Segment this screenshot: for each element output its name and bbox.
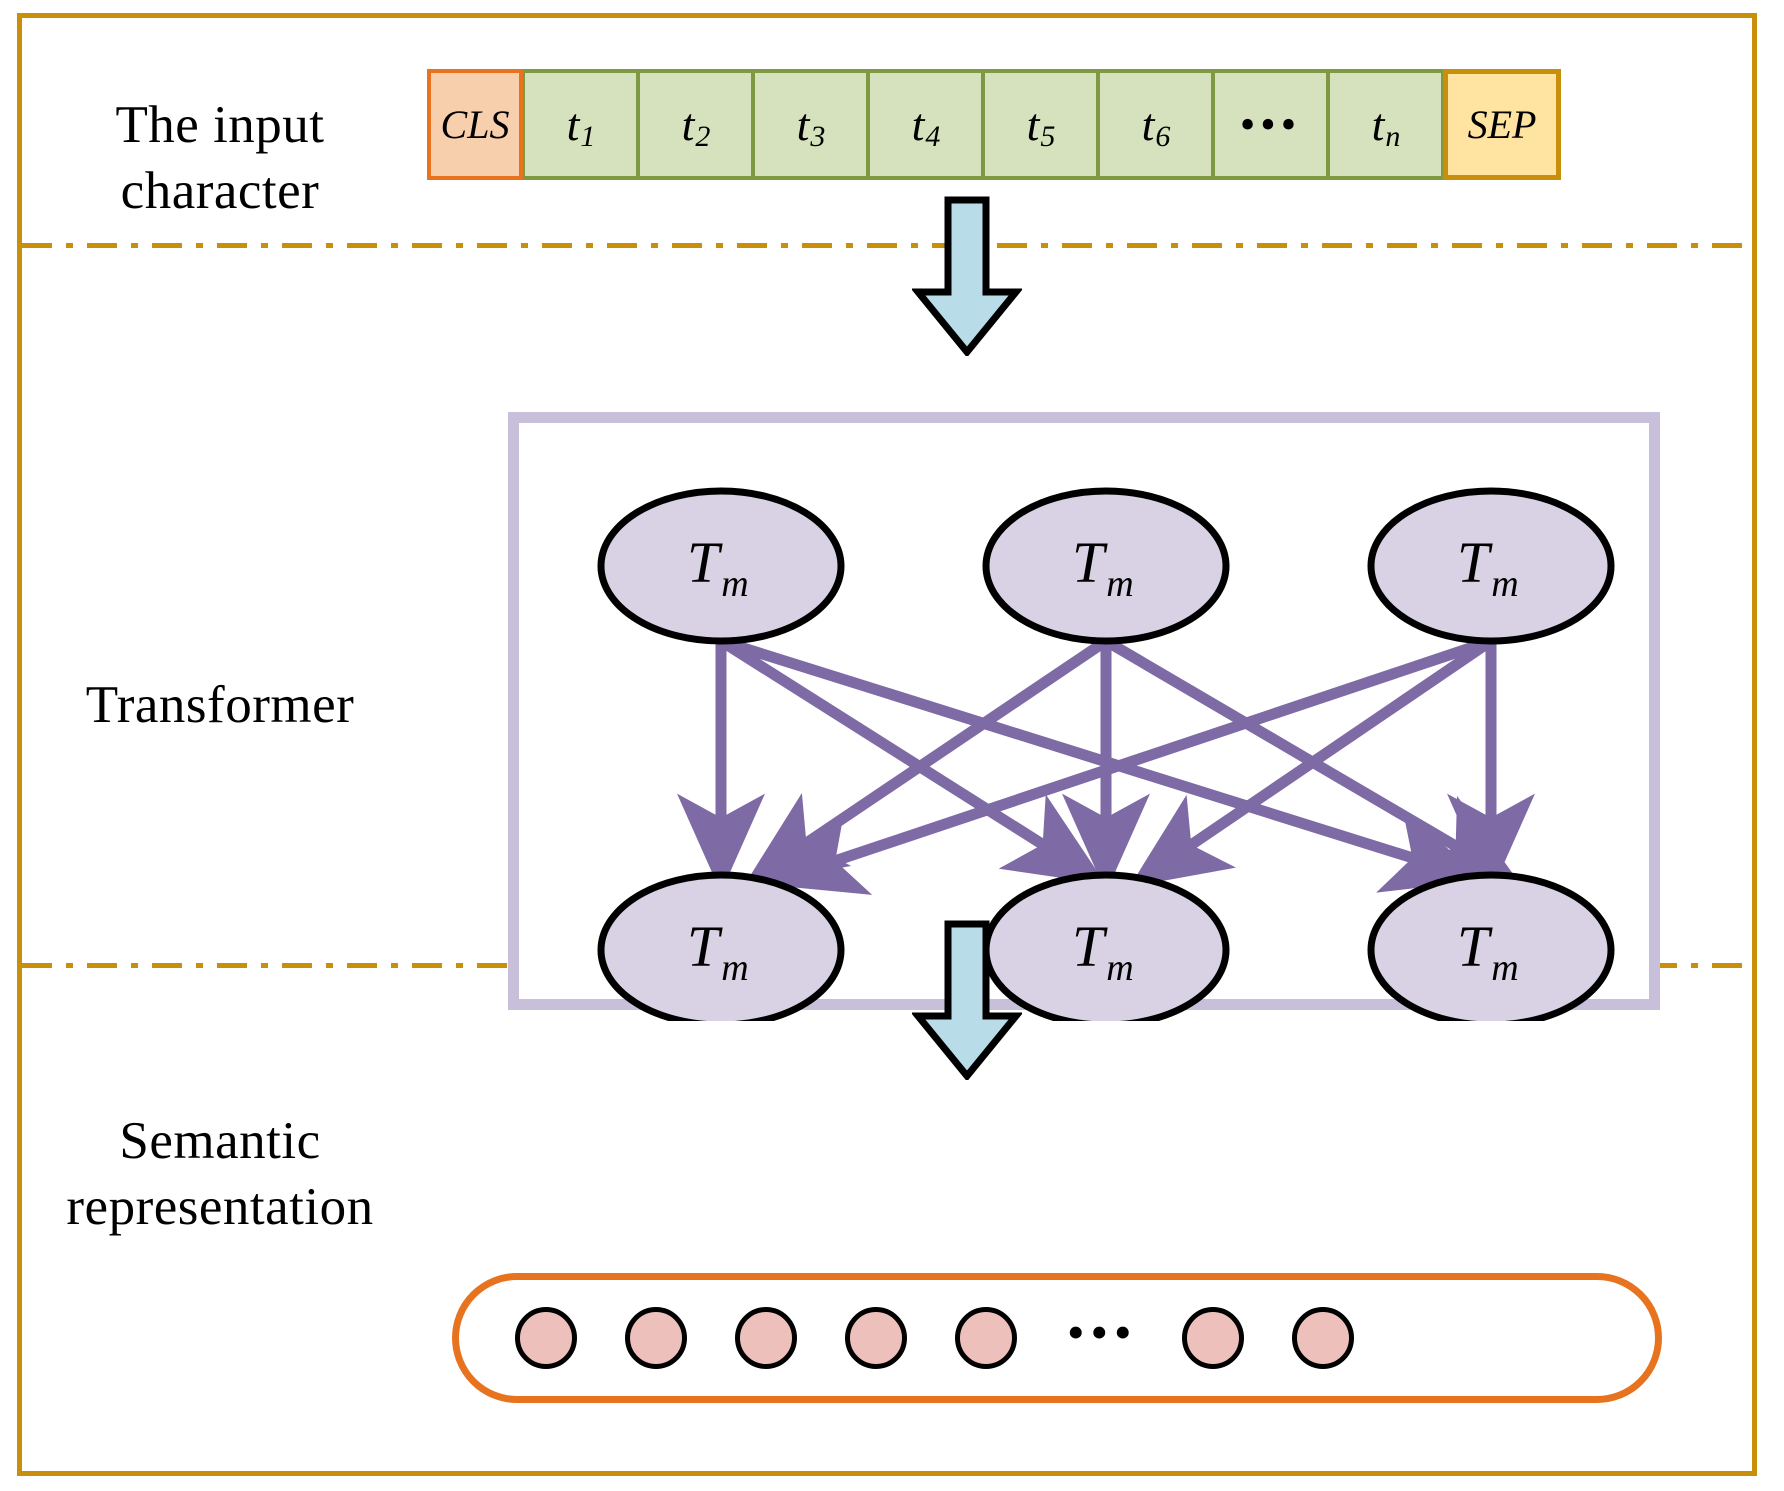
- semantic-dot-1: [515, 1307, 577, 1369]
- token-sub-t6: 6: [1155, 119, 1171, 153]
- token-sub-t3: 3: [810, 119, 826, 153]
- token-cell-t1: t1: [523, 69, 638, 180]
- token-cell-t5: t5: [983, 69, 1098, 180]
- token-cell-t4: t4: [868, 69, 983, 180]
- self-attention-graph: [597, 487, 1615, 1021]
- semantic-representation-capsule: •••: [452, 1273, 1662, 1403]
- transformer-bottom-nodes: [597, 871, 1615, 1021]
- node-bottom-2: [982, 871, 1230, 1021]
- semantic-dot-5: [955, 1307, 1017, 1369]
- transformer-block: Tm Tm Tm Tm Tm Tm: [508, 412, 1660, 1021]
- attention-edges: [677, 635, 1535, 895]
- ellipsis-icon: •••: [1239, 100, 1302, 149]
- token-label-cls: CLS: [440, 102, 510, 147]
- node-bottom-3: [1367, 871, 1615, 1021]
- section-label-input-character: The input character: [115, 96, 325, 221]
- token-sub-tn: n: [1385, 119, 1401, 153]
- transformer-top-nodes: [597, 487, 1615, 645]
- down-arrow-input-to-transformer: [912, 196, 1022, 356]
- diagram-canvas: The input character Transformer Semantic…: [0, 0, 1784, 1491]
- semantic-dot-4: [845, 1307, 907, 1369]
- token-sub-t5: 5: [1040, 119, 1056, 153]
- token-base-tn: t: [1371, 99, 1385, 150]
- node-bottom-1: [597, 871, 845, 1021]
- token-sub-t4: 4: [925, 119, 941, 153]
- token-cell-ellipsis: •••: [1213, 69, 1328, 180]
- node-top-1: [597, 487, 845, 645]
- token-sub-t2: 2: [695, 119, 711, 153]
- token-label-sep: SEP: [1467, 102, 1537, 147]
- token-cell-sep: SEP: [1443, 69, 1561, 180]
- token-base-t2: t: [681, 99, 695, 150]
- token-base-t1: t: [566, 99, 580, 150]
- node-top-3: [1367, 487, 1615, 645]
- section-divider-input-transformer: [22, 243, 1752, 248]
- semantic-dot-3: [735, 1307, 797, 1369]
- semantic-dot-6: [1181, 1307, 1244, 1369]
- token-cell-t2: t2: [638, 69, 753, 180]
- token-cell-t3: t3: [753, 69, 868, 180]
- token-base-t5: t: [1026, 99, 1040, 150]
- token-cell-tn: tn: [1328, 69, 1443, 180]
- token-sub-t1: 1: [580, 119, 596, 153]
- section-label-semantic-representation: Semantic representation: [66, 1112, 374, 1237]
- token-base-t3: t: [796, 99, 810, 150]
- token-base-t6: t: [1141, 99, 1155, 150]
- token-cell-cls: CLS: [427, 69, 523, 180]
- token-base-t4: t: [911, 99, 925, 150]
- input-token-sequence: CLS t1 t2 t3 t4 t5 t6 ••• tn SEP: [427, 69, 1561, 180]
- node-top-2: [982, 487, 1230, 645]
- section-label-transformer: Transformer: [85, 676, 355, 734]
- token-cell-t6: t6: [1098, 69, 1213, 180]
- down-arrow-transformer-to-semantic: [912, 920, 1022, 1080]
- semantic-dot-7: [1291, 1307, 1354, 1369]
- semantic-ellipsis-icon: •••: [1067, 1304, 1138, 1360]
- semantic-dot-2: [625, 1307, 687, 1369]
